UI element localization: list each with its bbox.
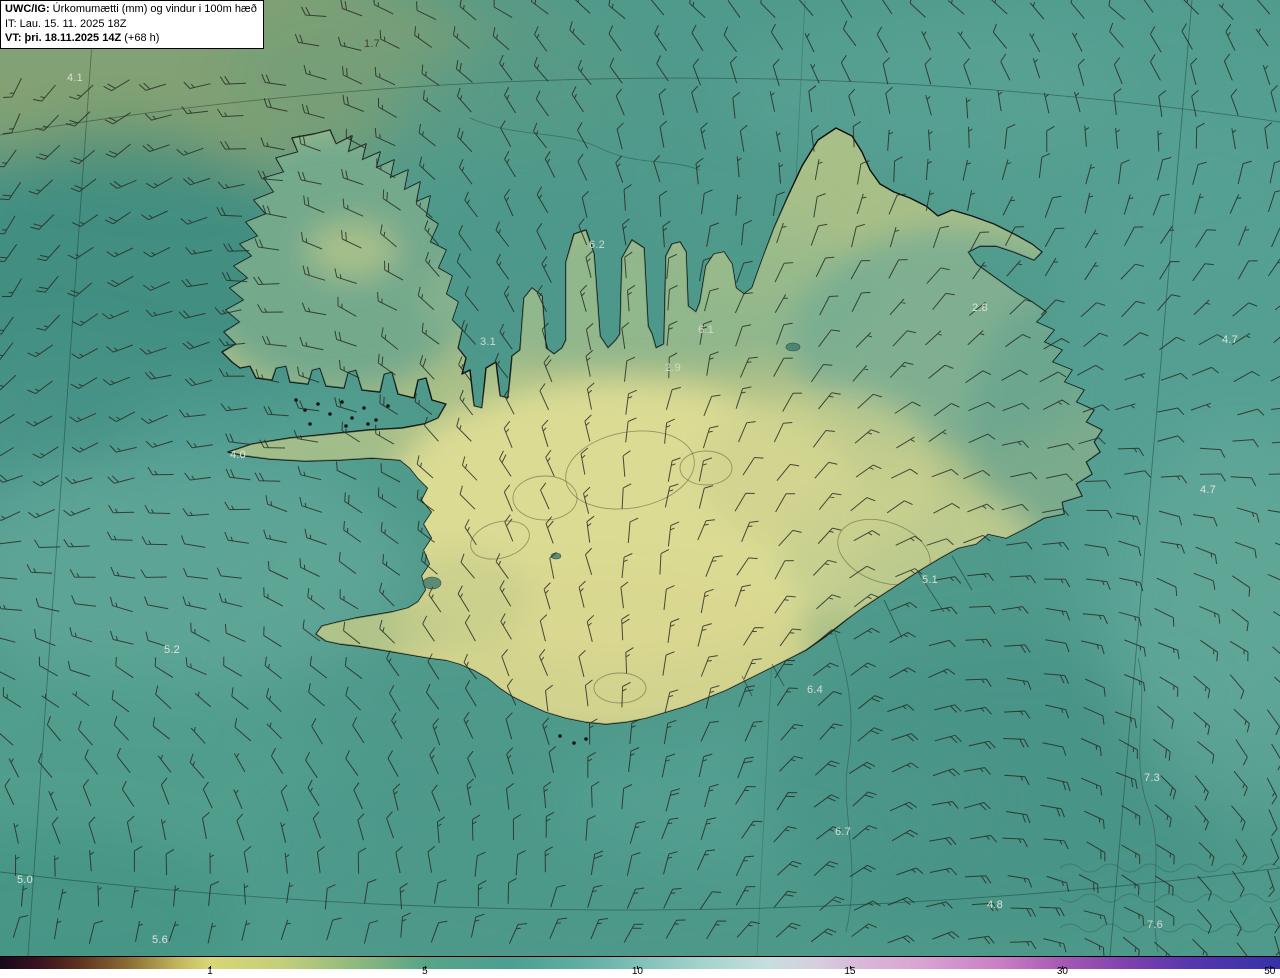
valid-time: VT: þri. 18.11.2025 14Z [5, 32, 122, 45]
colorbar: 1 5 10 15 30 50 [0, 956, 1280, 978]
colorbar-tick-label: 5 [422, 966, 428, 977]
colorbar-tick-label: 1 [207, 966, 213, 977]
forecast-header: UWC/IG: Úrkomumætti (mm) og vindur i 100… [0, 0, 264, 49]
product-title: Úrkomumætti (mm) og vindur i 100m hæð [49, 3, 257, 15]
weather-map-app: 4.1 1.7 6.2 3.1 6.1 2.9 2.8 4.7 4.0 4.7 5.1 5.2 6.4 7… [0, 0, 1280, 978]
model-name: UWC/IG: [5, 3, 50, 15]
lead-time: (+68 h) [121, 32, 160, 45]
init-time: IT: Lau. 15. 11. 2025 18Z [5, 17, 127, 30]
map-canvas [0, 0, 1280, 956]
colorbar-tick-label: 30 [1056, 966, 1068, 977]
header-line-title: UWC/IG: Úrkomumætti (mm) og vindur i 100… [5, 2, 257, 17]
colorbar-tick-label: 15 [844, 966, 856, 977]
colorbar-tick-label: 50 [1264, 966, 1276, 977]
header-line-valid: VT: þri. 18.11.2025 14Z (+68 h) [5, 31, 257, 46]
colorbar-labels: 1 5 10 15 30 50 [0, 966, 1280, 978]
colorbar-tick-label: 10 [631, 966, 643, 977]
